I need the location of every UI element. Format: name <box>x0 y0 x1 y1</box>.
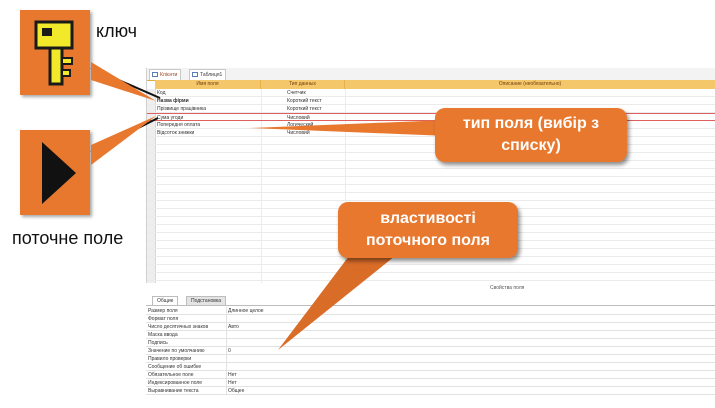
current-pointer-wedge <box>91 116 156 165</box>
field-type-callout-tail <box>250 120 448 136</box>
properties-callout-text: властивості поточного поля <box>366 210 490 249</box>
field-type-callout-text: тип поля (вибір з списку) <box>462 115 600 154</box>
field-type-callout: тип поля (вибір з списку) <box>435 108 627 162</box>
properties-callout: властивості поточного поля <box>338 202 518 258</box>
key-pointer-wedge <box>91 62 156 101</box>
properties-callout-tail <box>278 252 400 350</box>
